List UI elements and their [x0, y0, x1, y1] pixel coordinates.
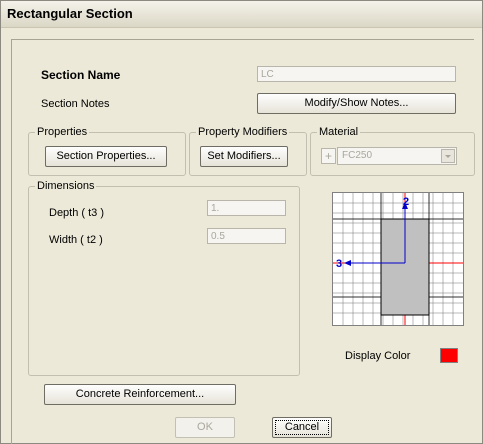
section-name-field[interactable]: LC [257, 66, 456, 82]
depth-field[interactable]: 1. [207, 200, 286, 216]
title-bar: Rectangular Section [1, 1, 482, 28]
width-label: Width ( t2 ) [49, 234, 103, 246]
material-dropdown-arrow[interactable] [441, 149, 455, 163]
dimensions-legend: Dimensions [35, 180, 97, 192]
section-properties-button[interactable]: Section Properties... [45, 146, 167, 167]
cancel-button[interactable]: Cancel [272, 417, 332, 438]
depth-label: Depth ( t3 ) [49, 207, 105, 219]
axis-3-label: 3 [336, 258, 342, 270]
section-notes-label: Section Notes [41, 98, 110, 110]
properties-legend: Properties [35, 126, 90, 138]
add-material-button[interactable]: + [321, 148, 336, 164]
dialog-title: Rectangular Section [7, 6, 133, 21]
rectangular-section-dialog: Rectangular Section Section Name LC Sect… [0, 0, 483, 444]
material-select[interactable]: FC250 [337, 147, 457, 165]
ok-button[interactable]: OK [175, 417, 235, 438]
section-preview-drawing: 2 3 [333, 193, 463, 325]
display-color-swatch[interactable] [440, 348, 458, 363]
property-modifiers-legend: Property Modifiers [196, 126, 290, 138]
chevron-down-icon [445, 155, 451, 158]
material-legend: Material [317, 126, 361, 138]
axis-2-label: 2 [403, 196, 409, 208]
section-preview: 2 3 [332, 192, 464, 326]
width-field[interactable]: 0.5 [207, 228, 286, 244]
axis-3-arrow-icon [344, 260, 351, 266]
section-name-label: Section Name [41, 68, 121, 82]
set-modifiers-button[interactable]: Set Modifiers... [200, 146, 288, 167]
modify-show-notes-button[interactable]: Modify/Show Notes... [257, 93, 456, 114]
concrete-reinforcement-button[interactable]: Concrete Reinforcement... [44, 384, 236, 405]
display-color-label: Display Color [345, 350, 411, 362]
material-select-value: FC250 [342, 150, 373, 161]
